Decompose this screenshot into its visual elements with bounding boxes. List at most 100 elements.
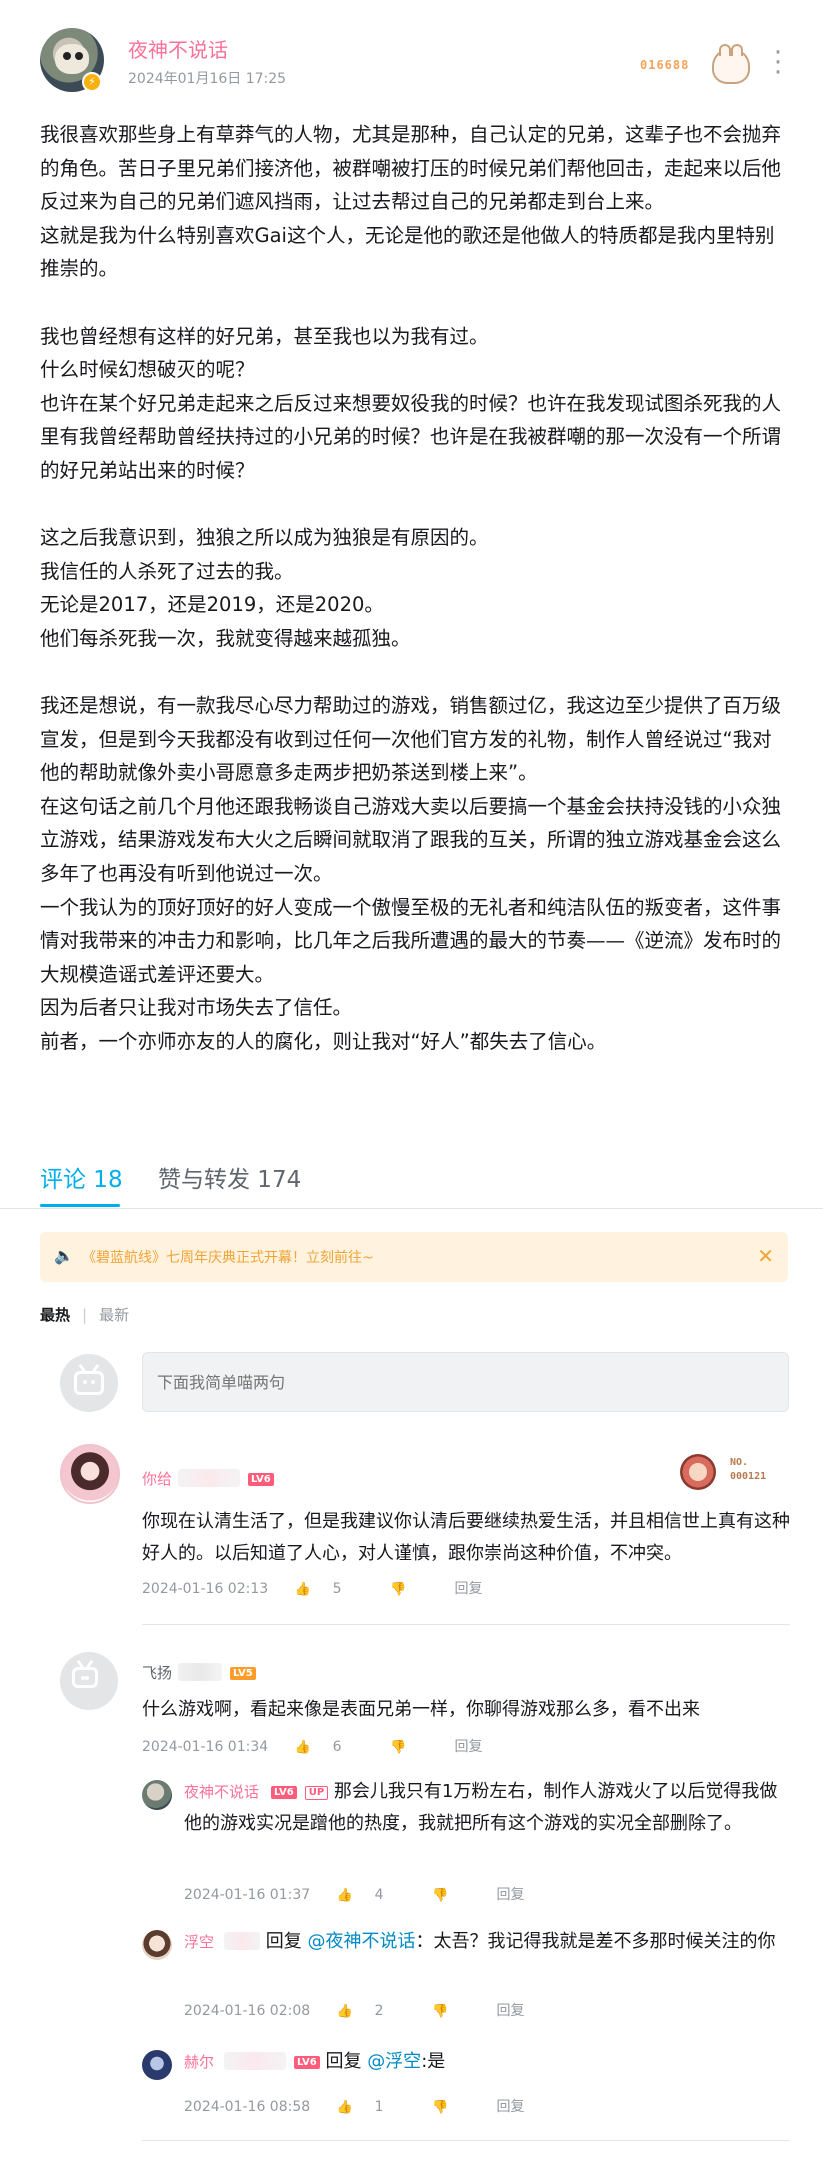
more-options-icon[interactable]: · · ·	[768, 40, 788, 86]
level-badge: LV6	[271, 1786, 297, 1799]
dislike-button[interactable]: 👎	[432, 2003, 470, 2019]
mention-link[interactable]: @浮空	[367, 2051, 421, 2072]
like-count: 2	[374, 2003, 384, 2019]
paragraph: 我还是想说，有一款我尽心尽力帮助过的游戏，销售额过亿，我这边至少提供了百万级宣发…	[40, 694, 782, 785]
thumbs-down-icon: 👎	[390, 1740, 407, 1755]
commenter-avatar[interactable]	[60, 1444, 120, 1504]
thumbs-up-icon: 👍	[336, 2100, 353, 2115]
speaker-icon: 🔈	[54, 1246, 74, 1265]
like-button[interactable]: 👍 1	[337, 2099, 406, 2115]
dislike-button[interactable]: 👎	[390, 1739, 428, 1755]
sort-new[interactable]: 最新	[99, 1306, 129, 1324]
comment-divider	[142, 1624, 790, 1625]
comment-time: 2024-01-16 01:34	[142, 1739, 269, 1755]
paragraph: 这之后我意识到，独狼之所以成为独狼是有原因的。	[40, 526, 489, 550]
medal-number: NO. 000121	[730, 1456, 766, 1484]
reply-button[interactable]: 回复	[496, 2003, 524, 2019]
thumbs-down-icon: 👎	[432, 1888, 449, 1903]
paragraph: 我很喜欢那些身上有草莽气的人物，尤其是那种，自己认定的兄弟，这辈子也不会抛弃的角…	[40, 123, 782, 214]
reply-content: :是	[421, 2051, 446, 2072]
replier-avatar[interactable]	[142, 1780, 172, 1810]
replier-name[interactable]: 赫尔	[184, 2053, 214, 2071]
post-content: 我很喜欢那些身上有草莽气的人物，尤其是那种，自己认定的兄弟，这辈子也不会抛弃的角…	[40, 118, 790, 1059]
reply-button[interactable]: 回复	[496, 2099, 524, 2115]
reply-button[interactable]: 回复	[496, 1887, 524, 1903]
paragraph: 我信任的人杀死了过去的我。	[40, 559, 294, 583]
reply-word: 回复	[265, 1931, 302, 1952]
sort-options: 最热 | 最新	[40, 1304, 129, 1325]
like-button[interactable]: 👍 4	[337, 1887, 406, 1903]
fan-medal[interactable]: NO. 000121	[680, 1454, 790, 1494]
like-count: 1	[374, 2099, 384, 2115]
notice-banner[interactable]: 🔈 《碧蓝航线》七周年庆典正式开幕！立刻前往~ ✕	[40, 1232, 788, 1282]
sort-separator: |	[82, 1306, 88, 1324]
like-button[interactable]: 👍 6	[295, 1739, 364, 1755]
my-avatar	[60, 1354, 118, 1412]
comment-tabs: 评论 18 赞与转发 174	[40, 1160, 790, 1210]
reply-time: 2024-01-16 02:08	[184, 2003, 311, 2019]
tab-comments[interactable]: 评论 18	[40, 1160, 123, 1194]
replier-avatar[interactable]	[142, 2050, 172, 2080]
dislike-button[interactable]: 👎	[432, 1887, 470, 1903]
replier-name[interactable]: 夜神不说话	[184, 1783, 259, 1801]
like-count: 4	[374, 1887, 384, 1903]
tv-placeholder-icon	[74, 1371, 104, 1395]
tab-likes-forwards[interactable]: 赞与转发 174	[158, 1160, 301, 1194]
reply-meta: 2024-01-16 08:58 👍 1 👎 回复	[184, 2096, 546, 2116]
dislike-button[interactable]: 👎	[432, 2099, 470, 2115]
author-name[interactable]: 夜神不说话	[128, 34, 228, 63]
commenter-avatar[interactable]	[60, 1652, 118, 1710]
replier-avatar[interactable]	[142, 1930, 172, 1960]
thumbs-down-icon: 👎	[390, 1582, 407, 1597]
comment-input[interactable]	[142, 1352, 789, 1412]
reply-text: 浮空 回复 @夜神不说话：太吾？我记得我就是差不多那时候关注的你	[184, 1926, 790, 1958]
medal-no-value: 000121	[730, 1471, 767, 1482]
name-blur	[224, 2052, 287, 2070]
comment-meta: 2024-01-16 01:34 👍 6 👎 回复	[142, 1736, 504, 1756]
paragraph: 我也曾经想有这样的好兄弟，甚至我也以为我有过。	[40, 324, 489, 348]
reply-button[interactable]: 回复	[454, 1739, 482, 1755]
paragraph: 无论是2017，还是2019，还是2020。	[40, 593, 384, 617]
commenter-name-text: 飞扬	[142, 1664, 173, 1682]
thumbs-up-icon: 👍	[336, 1888, 353, 1903]
reply-meta: 2024-01-16 02:08 👍 2 👎 回复	[184, 2000, 546, 2020]
paragraph: 这就是我为什么特别喜欢Gai这个人，无论是他的歌还是他做人的特质都是我内里特别推…	[40, 223, 775, 281]
reply-time: 2024-01-16 01:37	[184, 1887, 311, 1903]
author-avatar[interactable]: ⚡	[40, 28, 104, 92]
close-icon[interactable]: ✕	[757, 1244, 774, 1268]
paragraph	[40, 488, 790, 522]
active-tab-indicator	[40, 1204, 120, 1207]
like-count: 6	[332, 1739, 342, 1755]
mention-link[interactable]: @夜神不说话	[307, 1931, 415, 1952]
comment-divider	[142, 2140, 790, 2141]
sort-hot[interactable]: 最热	[40, 1306, 70, 1324]
fan-number: 016688	[640, 58, 690, 72]
medal-no-label: NO.	[730, 1457, 749, 1468]
reply-text: 夜神不说话 LV6 UP 那会儿我只有1万粉左右，制作人游戏火了以后觉得我做他的游戏…	[184, 1776, 790, 1840]
paragraph: 他们每杀死我一次，我就变得越来越孤独。	[40, 626, 411, 650]
comment-text: 什么游戏啊，看起来像是表面兄弟一样，你聊得游戏那么多，看不出来	[142, 1699, 700, 1720]
comment-text: 你现在认清生活了，但是我建议你认清后要继续热爱生活，并且相信世上真有这种好人的。…	[142, 1511, 790, 1564]
avatar-eye	[75, 52, 83, 60]
like-button[interactable]: 👍 5	[295, 1581, 364, 1597]
commenter-name[interactable]: 你给 LV6	[142, 1468, 274, 1489]
replier-name[interactable]: 浮空	[184, 1933, 214, 1951]
thumbs-up-icon: 👍	[336, 2004, 353, 2019]
thumbs-up-icon: 👍	[294, 1582, 311, 1597]
thumbs-down-icon: 👎	[432, 2004, 449, 2019]
paragraph	[40, 656, 790, 690]
commenter-name[interactable]: 飞扬 LV5	[142, 1662, 256, 1683]
tabs-divider	[0, 1208, 823, 1209]
dislike-button[interactable]: 👎	[390, 1581, 428, 1597]
like-button[interactable]: 👍 2	[337, 2003, 406, 2019]
up-badge: UP	[304, 1786, 329, 1800]
notice-text[interactable]: 《碧蓝航线》七周年庆典正式开幕！立刻前往~	[82, 1247, 374, 1267]
medal-icon	[680, 1454, 716, 1490]
reply-button[interactable]: 回复	[454, 1581, 482, 1597]
reply-content: ：太吾？我记得我就是差不多那时候关注的你	[415, 1931, 776, 1952]
publish-time: 2024年01月16日 17:25	[128, 71, 287, 87]
fan-badge[interactable]: 016688	[640, 44, 750, 84]
paragraph: 什么时候幻想破灭的呢？	[40, 358, 255, 382]
reply-word: 回复	[325, 2051, 362, 2072]
name-blur	[178, 1663, 223, 1681]
